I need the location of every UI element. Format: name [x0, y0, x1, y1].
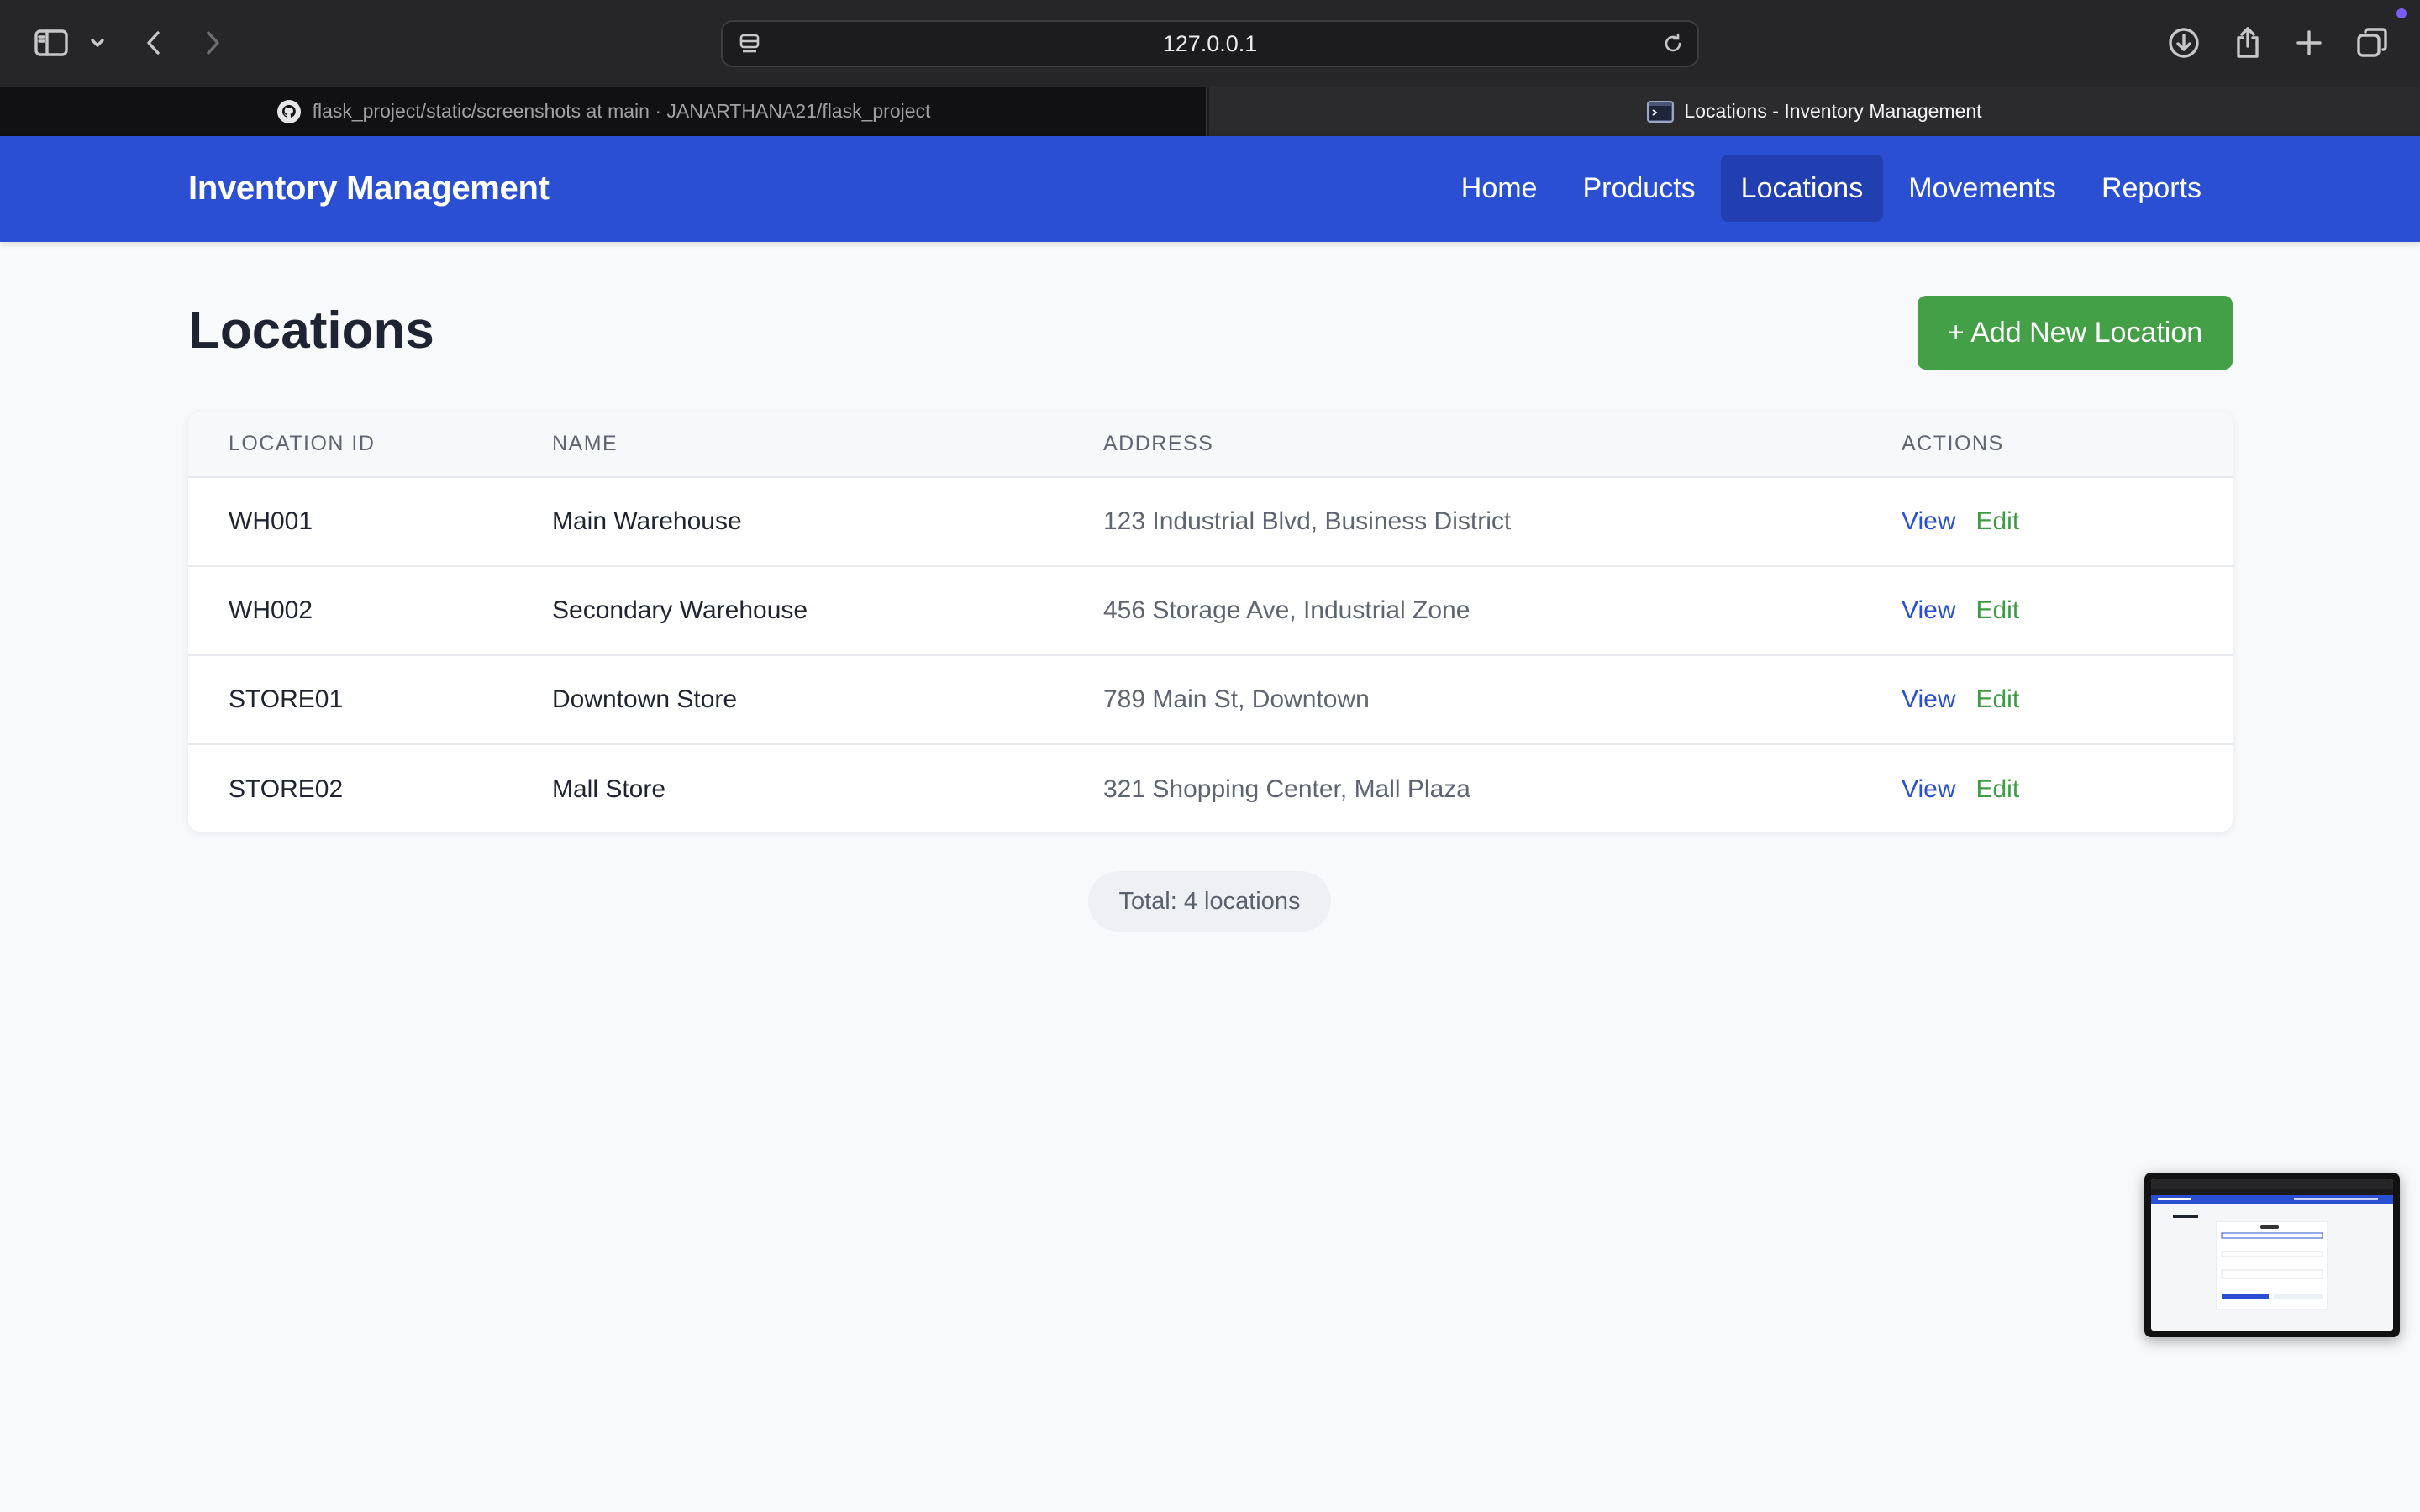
github-icon [276, 98, 302, 125]
header-address: ADDRESS [1103, 432, 1214, 455]
cell-actions: View Edit [1902, 477, 2233, 566]
locations-table: LOCATION ID NAME ADDRESS ACTIONS WH001 M… [188, 412, 2233, 832]
cell-name: Secondary Warehouse [552, 596, 808, 624]
cell-address: 789 Main St, Downtown [1103, 685, 1370, 713]
cell-location-id: WH001 [229, 507, 313, 535]
cell-actions: View Edit [1902, 566, 2233, 655]
cell-actions: View Edit [1902, 744, 2233, 832]
browser-toolbar: 127.0.0.1 [0, 0, 2420, 87]
cell-name: Mall Store [552, 774, 666, 803]
plus-icon[interactable] [2288, 22, 2330, 64]
back-icon[interactable] [133, 22, 175, 64]
cell-address: 123 Industrial Blvd, Business District [1103, 507, 1512, 535]
nav-links: Home Products Locations Movements Report… [1441, 155, 2222, 222]
terminal-icon [1647, 98, 1675, 125]
nav-reports[interactable]: Reports [2081, 155, 2222, 222]
cell-location-id: STORE02 [229, 774, 344, 803]
edit-link[interactable]: Edit [1975, 596, 2019, 624]
sidebar-icon[interactable] [30, 22, 72, 64]
view-link[interactable]: View [1902, 596, 1955, 624]
view-link[interactable]: View [1902, 775, 1955, 803]
cell-address: 456 Storage Ave, Industrial Zone [1103, 596, 1470, 624]
tab-locations[interactable]: Locations - Inventory Management [1209, 87, 2420, 136]
cell-name: Downtown Store [552, 685, 738, 713]
share-icon[interactable] [2227, 22, 2269, 64]
tab-title: flask_project/static/screenshots at main… [312, 100, 931, 122]
table-row: STORE01 Downtown Store 789 Main St, Down… [188, 655, 2233, 744]
nav-home[interactable]: Home [1441, 155, 1558, 222]
app-navbar: Inventory Management Home Products Locat… [0, 136, 2420, 242]
nav-products[interactable]: Products [1562, 155, 1715, 222]
tab-title: Locations - Inventory Management [1684, 100, 1982, 122]
header-location-id: LOCATION ID [229, 432, 376, 455]
tab-strip: flask_project/static/screenshots at main… [0, 87, 2420, 136]
add-location-button[interactable]: + Add New Location [1918, 296, 2233, 370]
page-title: Locations [188, 302, 434, 360]
thumbnail-preview-image [2151, 1179, 2393, 1331]
table-row: WH001 Main Warehouse 123 Industrial Blvd… [188, 477, 2233, 566]
download-icon[interactable] [2163, 22, 2205, 64]
locations-table-card: LOCATION ID NAME ADDRESS ACTIONS WH001 M… [188, 412, 2233, 832]
notification-dot [2396, 8, 2407, 18]
edit-link[interactable]: Edit [1975, 685, 2019, 713]
header-actions: ACTIONS [1902, 432, 2004, 455]
table-header-row: LOCATION ID NAME ADDRESS ACTIONS [188, 412, 2233, 477]
edit-link[interactable]: Edit [1975, 507, 2019, 535]
table-row: WH002 Secondary Warehouse 456 Storage Av… [188, 566, 2233, 655]
cell-name: Main Warehouse [552, 507, 742, 535]
address-bar[interactable]: 127.0.0.1 [721, 20, 1699, 67]
screenshot-thumbnail[interactable] [2144, 1173, 2400, 1337]
reload-icon[interactable] [1657, 28, 1689, 60]
chevron-down-icon[interactable] [79, 22, 116, 64]
nav-locations[interactable]: Locations [1720, 155, 1884, 222]
tabs-overview-icon[interactable] [2351, 22, 2393, 64]
forward-icon[interactable] [192, 22, 234, 64]
cell-address: 321 Shopping Center, Mall Plaza [1103, 774, 1470, 803]
total-count-badge: Total: 4 locations [1088, 871, 1331, 932]
nav-movements[interactable]: Movements [1888, 155, 2076, 222]
cell-location-id: WH002 [229, 596, 313, 624]
view-link[interactable]: View [1902, 685, 1955, 713]
edit-link[interactable]: Edit [1975, 775, 2019, 803]
brand-logo[interactable]: Inventory Management [188, 136, 550, 240]
table-row: STORE02 Mall Store 321 Shopping Center, … [188, 744, 2233, 832]
view-link[interactable]: View [1902, 507, 1955, 535]
cell-actions: View Edit [1902, 655, 2233, 744]
tab-github[interactable]: flask_project/static/screenshots at main… [0, 87, 1207, 136]
url-text: 127.0.0.1 [1162, 31, 1258, 56]
header-name: NAME [552, 432, 618, 455]
cell-location-id: STORE01 [229, 685, 344, 713]
